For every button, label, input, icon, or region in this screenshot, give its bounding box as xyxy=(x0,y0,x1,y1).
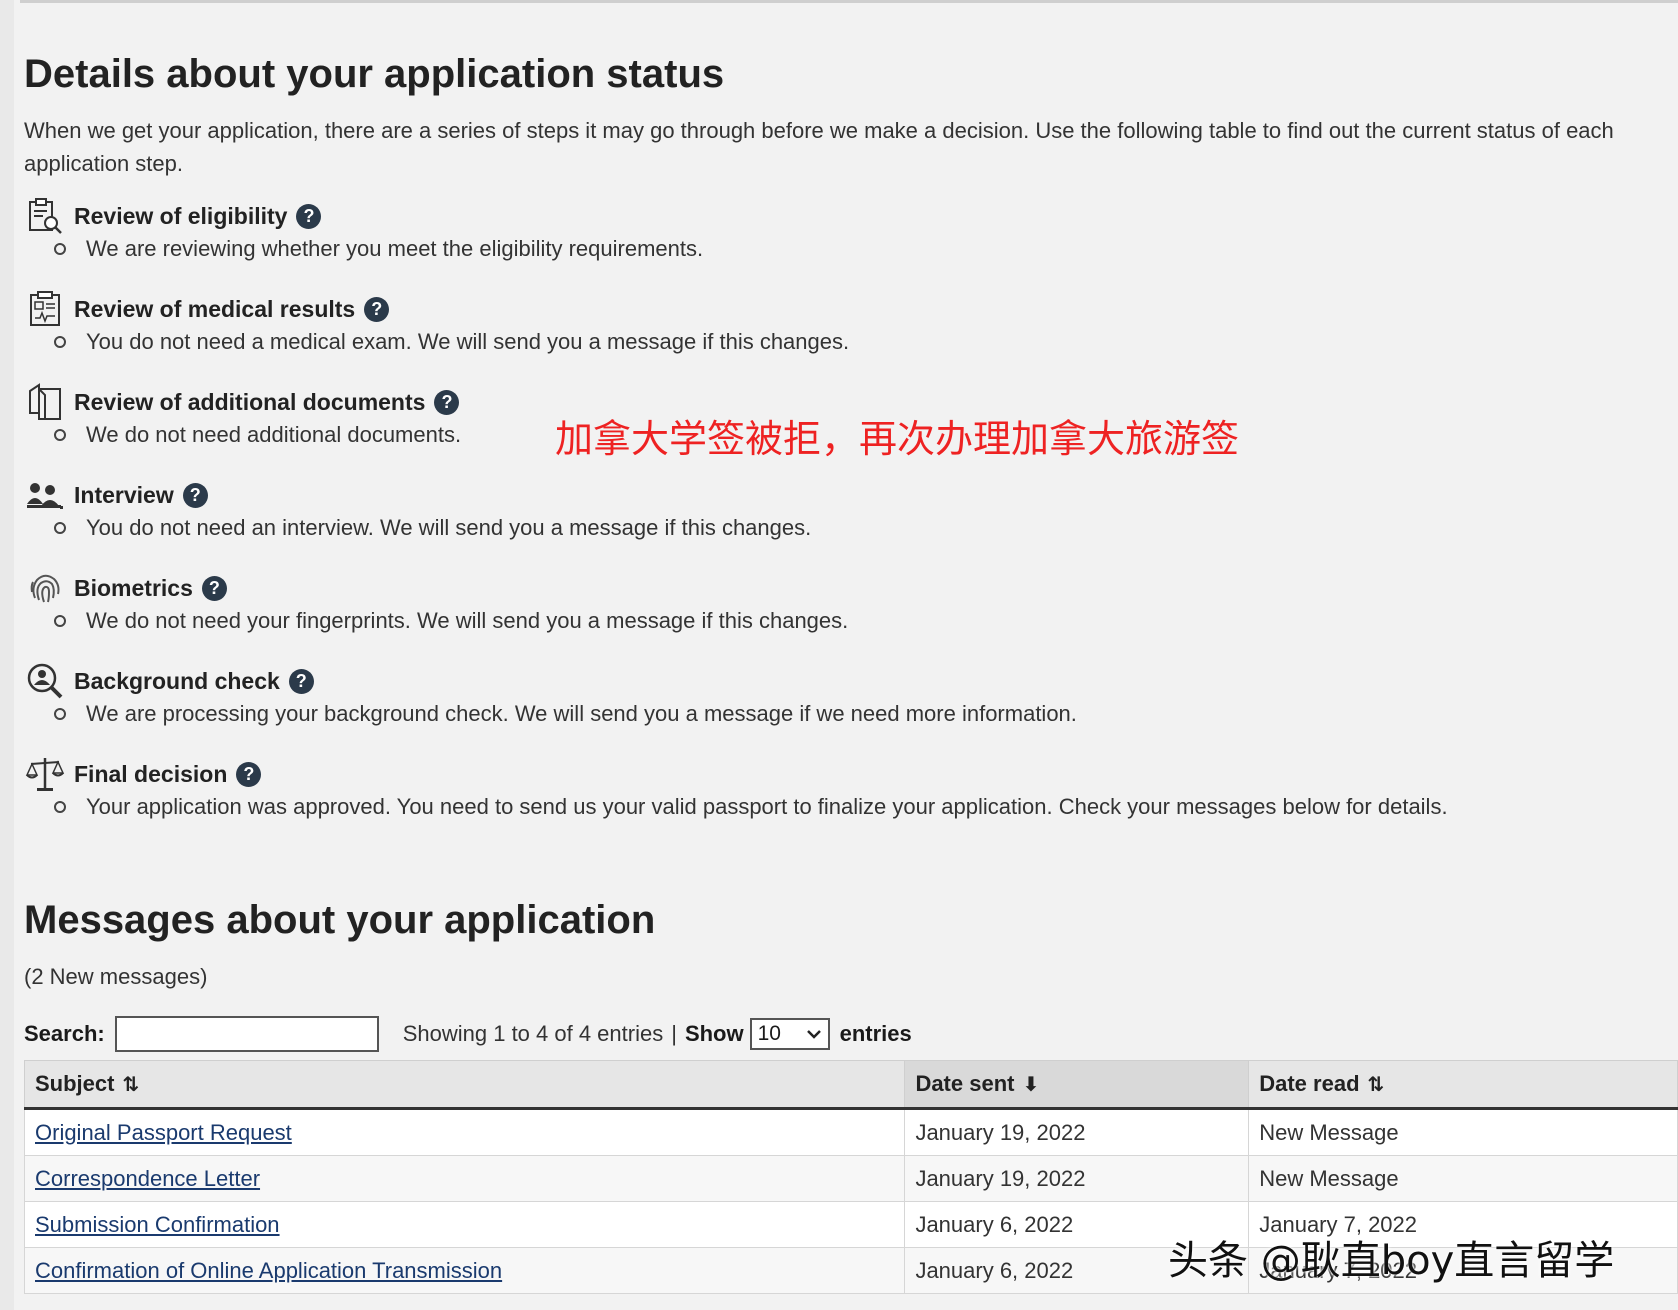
help-icon[interactable]: ? xyxy=(288,668,314,694)
top-divider xyxy=(20,0,1678,3)
help-icon[interactable]: ? xyxy=(364,296,390,322)
entries-info: Showing 1 to 4 of 4 entries xyxy=(402,1021,664,1046)
step-description: You do not need a medical exam. We will … xyxy=(86,329,850,354)
step-description: We are processing your background check.… xyxy=(86,701,1077,726)
help-icon[interactable]: ? xyxy=(434,389,460,415)
step-title: Final decision xyxy=(74,760,228,787)
step-title: Background check xyxy=(74,667,280,694)
date-sent-cell: January 19, 2022 xyxy=(904,1155,1250,1202)
left-margin-strip xyxy=(0,0,14,1310)
fingerprint-icon xyxy=(24,568,66,608)
step-final-decision: Final decision ? Your application was ap… xyxy=(24,754,1644,847)
sort-both-icon: ⇅ xyxy=(1367,1074,1385,1096)
step-title: Interview xyxy=(74,481,174,508)
step-eligibility: Review of eligibility ? We are reviewing… xyxy=(24,196,1644,289)
step-description: We are reviewing whether you meet the el… xyxy=(86,236,704,261)
message-subject-link[interactable]: Correspondence Letter xyxy=(35,1166,260,1191)
status-heading: Details about your application status xyxy=(24,52,725,96)
help-icon[interactable]: ? xyxy=(182,482,208,508)
status-intro: When we get your application, there are … xyxy=(24,118,1614,176)
column-header-subject[interactable]: Subject ⇅ xyxy=(23,1060,906,1110)
sort-descending-icon: ⬇ xyxy=(1022,1074,1040,1096)
separator: | xyxy=(671,1021,677,1046)
page-size-select[interactable]: 10 xyxy=(749,1018,830,1050)
column-header-label: Date read xyxy=(1259,1071,1360,1096)
column-header-date-sent[interactable]: Date sent ⬇ xyxy=(904,1060,1250,1110)
date-read-cell: New Message xyxy=(1248,1108,1678,1156)
column-header-label: Subject xyxy=(35,1071,115,1096)
magnifier-person-icon xyxy=(24,661,66,701)
bullet-icon xyxy=(54,243,66,255)
step-biometrics: Biometrics ? We do not need your fingerp… xyxy=(24,568,1644,661)
step-background-check: Background check ? We are processing you… xyxy=(24,661,1644,754)
step-title: Review of additional documents xyxy=(74,388,426,415)
chevron-down-icon xyxy=(806,1030,821,1039)
people-icon xyxy=(24,475,66,515)
step-title: Review of eligibility xyxy=(74,202,288,229)
bullet-icon xyxy=(54,615,66,627)
medical-report-icon xyxy=(24,289,66,329)
date-sent-cell: January 19, 2022 xyxy=(904,1108,1250,1156)
column-header-date-read[interactable]: Date read ⇅ xyxy=(1248,1060,1678,1110)
help-icon[interactable]: ? xyxy=(201,575,227,601)
entries-label: entries xyxy=(839,1021,912,1046)
table-header-row: Subject ⇅ Date sent ⬇ Date read ⇅ xyxy=(23,1060,1678,1110)
message-subject-link[interactable]: Submission Confirmation xyxy=(35,1212,280,1237)
step-description: You do not need an interview. We will se… xyxy=(86,515,812,540)
step-interview: Interview ? You do not need an interview… xyxy=(24,475,1644,568)
help-icon[interactable]: ? xyxy=(296,203,322,229)
watermark-text: 头条 @耿直boy直言留学 xyxy=(1168,1238,1615,1284)
step-description: We do not need your fingerprints. We wil… xyxy=(86,608,849,633)
date-read-cell: New Message xyxy=(1248,1155,1678,1202)
bullet-icon xyxy=(54,336,66,348)
sort-both-icon: ⇅ xyxy=(122,1074,140,1096)
step-title: Review of medical results xyxy=(74,295,356,322)
step-description: We do not need additional documents. xyxy=(86,422,462,447)
bullet-icon xyxy=(54,708,66,720)
bullet-icon xyxy=(54,429,66,441)
help-icon[interactable]: ? xyxy=(236,761,262,787)
table-controls: Search: Showing 1 to 4 of 4 entries | Sh… xyxy=(24,1010,912,1058)
step-medical: Review of medical results ? You do not n… xyxy=(24,289,1644,382)
table-row: Original Passport Request January 19, 20… xyxy=(23,1108,1678,1156)
table-row: Correspondence Letter January 19, 2022 N… xyxy=(23,1155,1678,1202)
bullet-icon xyxy=(54,801,66,813)
bullet-icon xyxy=(54,522,66,534)
new-messages-count: (2 New messages) xyxy=(24,964,208,989)
show-label: Show xyxy=(684,1021,744,1046)
scales-icon xyxy=(24,754,66,794)
message-subject-link[interactable]: Original Passport Request xyxy=(35,1120,292,1145)
status-steps-list: Review of eligibility ? We are reviewing… xyxy=(24,196,1644,847)
clipboard-search-icon xyxy=(24,196,66,236)
step-description: Your application was approved. You need … xyxy=(86,794,1448,819)
overlay-caption: 加拿大学签被拒，再次办理加拿大旅游签 xyxy=(555,417,1240,461)
page-size-value: 10 xyxy=(757,1022,781,1045)
message-subject-link[interactable]: Confirmation of Online Application Trans… xyxy=(35,1258,502,1283)
search-label: Search: xyxy=(24,1021,105,1046)
documents-icon xyxy=(24,382,66,422)
step-title: Biometrics xyxy=(74,574,193,601)
column-header-label: Date sent xyxy=(915,1071,1015,1096)
messages-heading: Messages about your application xyxy=(24,898,656,942)
search-input[interactable] xyxy=(114,1016,379,1052)
